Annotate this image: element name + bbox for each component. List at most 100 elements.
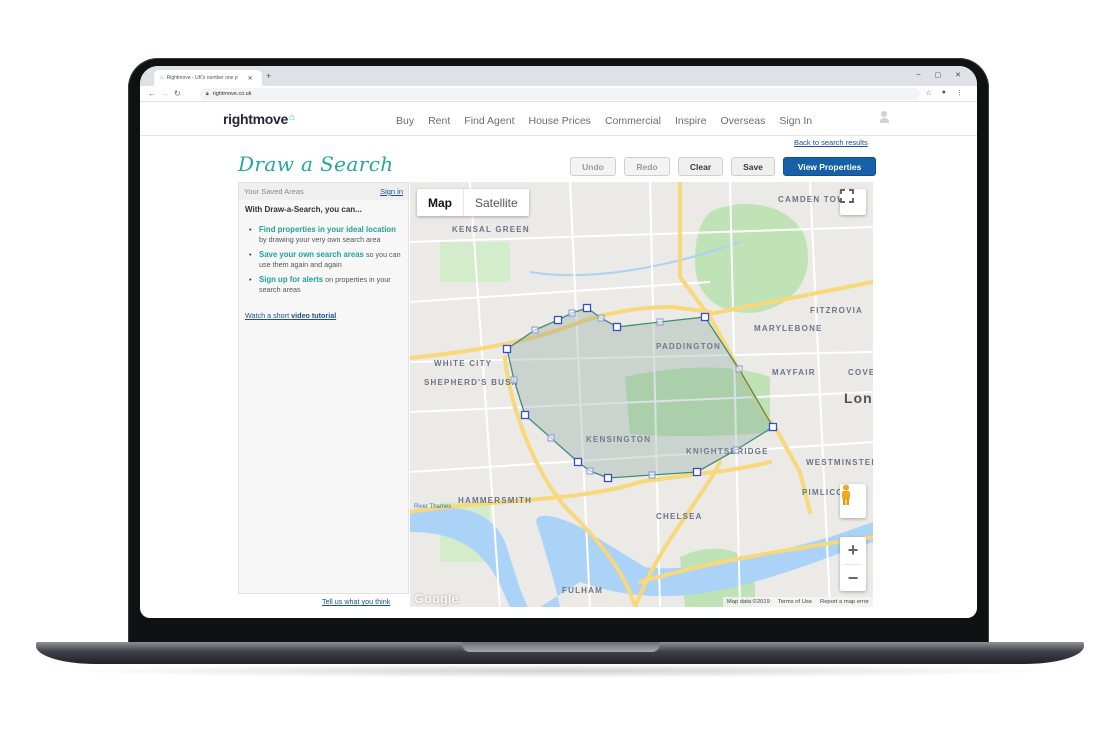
close-tab-icon[interactable]: ✕ [248,75,253,82]
save-button[interactable]: Save [731,157,775,176]
feature-item: Find properties in your ideal location b… [249,225,402,245]
saved-areas-label: Your Saved Areas [244,187,304,196]
nav-house-prices[interactable]: House Prices [528,115,590,127]
polygon-vertex-handle[interactable] [520,410,530,420]
nav-sign-in[interactable]: Sign In [779,115,812,127]
report-error-link[interactable]: Report a map error [820,599,869,605]
laptop-shadow [60,664,1060,678]
polygon-vertex-handle[interactable] [768,422,778,432]
map-attribution: Map data ©2019 Terms of Use Report a map… [722,597,873,607]
reload-icon[interactable]: ↻ [174,89,181,98]
favicon-house-icon: ⌂ [160,75,164,81]
close-window-button[interactable]: ✕ [955,71,961,79]
polygon-midpoint-handle[interactable] [547,434,555,442]
feature-link-find[interactable]: Find properties in your ideal location [259,225,396,234]
zoom-out-button[interactable]: − [840,565,866,592]
url-text: rightmove.co.uk [212,91,252,97]
video-tutorial-link[interactable]: Watch a short video tutorial [245,311,402,321]
search-area-overlay [502,303,778,483]
nav-inspire[interactable]: Inspire [675,115,707,127]
laptop-screen: ⌂ Rightmove - UK's number one p ✕ + – ▢ … [140,66,977,618]
back-to-results-link[interactable]: Back to search results [794,138,868,147]
view-properties-button[interactable]: View Properties [783,157,876,176]
new-tab-button[interactable]: + [266,71,271,81]
nav-overseas[interactable]: Overseas [720,115,765,127]
user-avatar-icon[interactable] [880,111,889,124]
polygon-midpoint-handle[interactable] [648,471,656,479]
sidebar-sign-in-link[interactable]: Sign in [380,187,403,196]
polygon-vertex-handle[interactable] [553,315,563,325]
rightmove-logo[interactable]: rightmove⌂ [223,111,295,127]
minimize-button[interactable]: – [917,71,921,79]
sidebar-body: With Draw-a-Search, you can... Find prop… [239,200,408,326]
feedback-link[interactable]: Tell us what you think [322,597,390,606]
window-controls: – ▢ ✕ [917,71,961,79]
polygon-vertex-handle[interactable] [692,467,702,477]
feature-list: Find properties in your ideal location b… [245,225,402,295]
sidebar-intro: With Draw-a-Search, you can... [245,205,362,214]
site-header: rightmove⌂ Buy Rent Find Agent House Pri… [140,103,977,136]
street-view-pegman[interactable] [840,484,866,518]
nav-buy[interactable]: Buy [396,115,414,127]
browser-tab-bar: ⌂ Rightmove - UK's number one p ✕ + – ▢ … [140,66,977,86]
undo-button[interactable]: Undo [570,157,616,176]
polygon-midpoint-handle[interactable] [531,326,539,334]
redo-button[interactable]: Redo [624,157,670,176]
pegman-icon [842,484,850,505]
polygon-midpoint-handle[interactable] [732,446,740,454]
logo-text: rightmove [223,111,288,127]
lock-icon: 🔒︎ [206,91,209,97]
clear-button[interactable]: Clear [678,157,723,176]
browser-tab[interactable]: ⌂ Rightmove - UK's number one p ✕ [154,70,262,86]
menu-kebab-icon[interactable]: ⋮ [956,89,963,97]
polygon-midpoint-handle[interactable] [656,318,664,326]
polygon-vertex-handle[interactable] [582,303,592,313]
polygon-midpoint-handle[interactable] [597,314,605,322]
map-canvas[interactable]: KENSAL GREEN CAMDEN TOWN WHITE CITY SHEP… [410,182,873,607]
nav-commercial[interactable]: Commercial [605,115,661,127]
saved-areas-header: Your Saved Areas Sign in [239,183,408,200]
google-logo: Google [414,591,459,606]
map-data-text: Map data ©2019 [726,599,770,605]
polygon-vertex-handle[interactable] [603,473,613,483]
feature-text: by drawing your very own search area [259,235,381,244]
main-nav: Buy Rent Find Agent House Prices Commerc… [396,115,826,127]
feature-link-save[interactable]: Save your own search areas [259,250,364,259]
draw-toolbar: Undo Redo Clear Save View Properties [570,157,876,176]
url-bar[interactable]: 🔒︎ rightmove.co.uk [200,88,920,100]
tab-title: Rightmove - UK's number one p [166,75,238,81]
logo-house-icon: ⌂ [288,112,295,123]
polygon-vertex-handle[interactable] [700,312,710,322]
polygon-vertex-handle[interactable] [502,344,512,354]
feature-item: Save your own search areas so you can us… [249,250,402,270]
fullscreen-icon [840,189,854,203]
laptop-notch [462,642,660,652]
forward-arrow-icon[interactable]: → [161,89,169,98]
product-mockup: ⌂ Rightmove - UK's number one p ✕ + – ▢ … [0,0,1107,738]
address-bar-row: ← → ↻ 🔒︎ rightmove.co.uk ☆ ● ⋮ [140,86,977,102]
profile-icon[interactable]: ● [942,89,946,97]
video-link-bold: video tutorial [291,311,337,320]
restore-button[interactable]: ▢ [935,71,942,79]
nav-find-agent[interactable]: Find Agent [464,115,514,127]
bookmark-star-icon[interactable]: ☆ [925,89,931,97]
zoom-in-button[interactable]: + [840,537,866,564]
map-type-satellite[interactable]: Satellite [464,189,529,216]
polygon-midpoint-handle[interactable] [568,309,576,317]
fullscreen-button[interactable] [840,189,866,215]
polygon-midpoint-handle[interactable] [586,467,594,475]
terms-link[interactable]: Terms of Use [778,599,812,605]
video-link-prefix: Watch a short [245,311,292,320]
feature-link-alerts[interactable]: Sign up for alerts [259,275,323,284]
map-type-map[interactable]: Map [417,189,464,216]
zoom-control: + − [840,537,866,591]
polygon-midpoint-handle[interactable] [510,376,518,384]
back-arrow-icon[interactable]: ← [148,89,156,98]
nav-rent[interactable]: Rent [428,115,450,127]
polygon-vertex-handle[interactable] [573,457,583,467]
page-title: Draw a Search [238,152,394,176]
map-type-control: Map Satellite [417,189,529,216]
feature-item: Sign up for alerts on properties in your… [249,275,402,295]
polygon-midpoint-handle[interactable] [735,365,743,373]
polygon-vertex-handle[interactable] [612,322,622,332]
